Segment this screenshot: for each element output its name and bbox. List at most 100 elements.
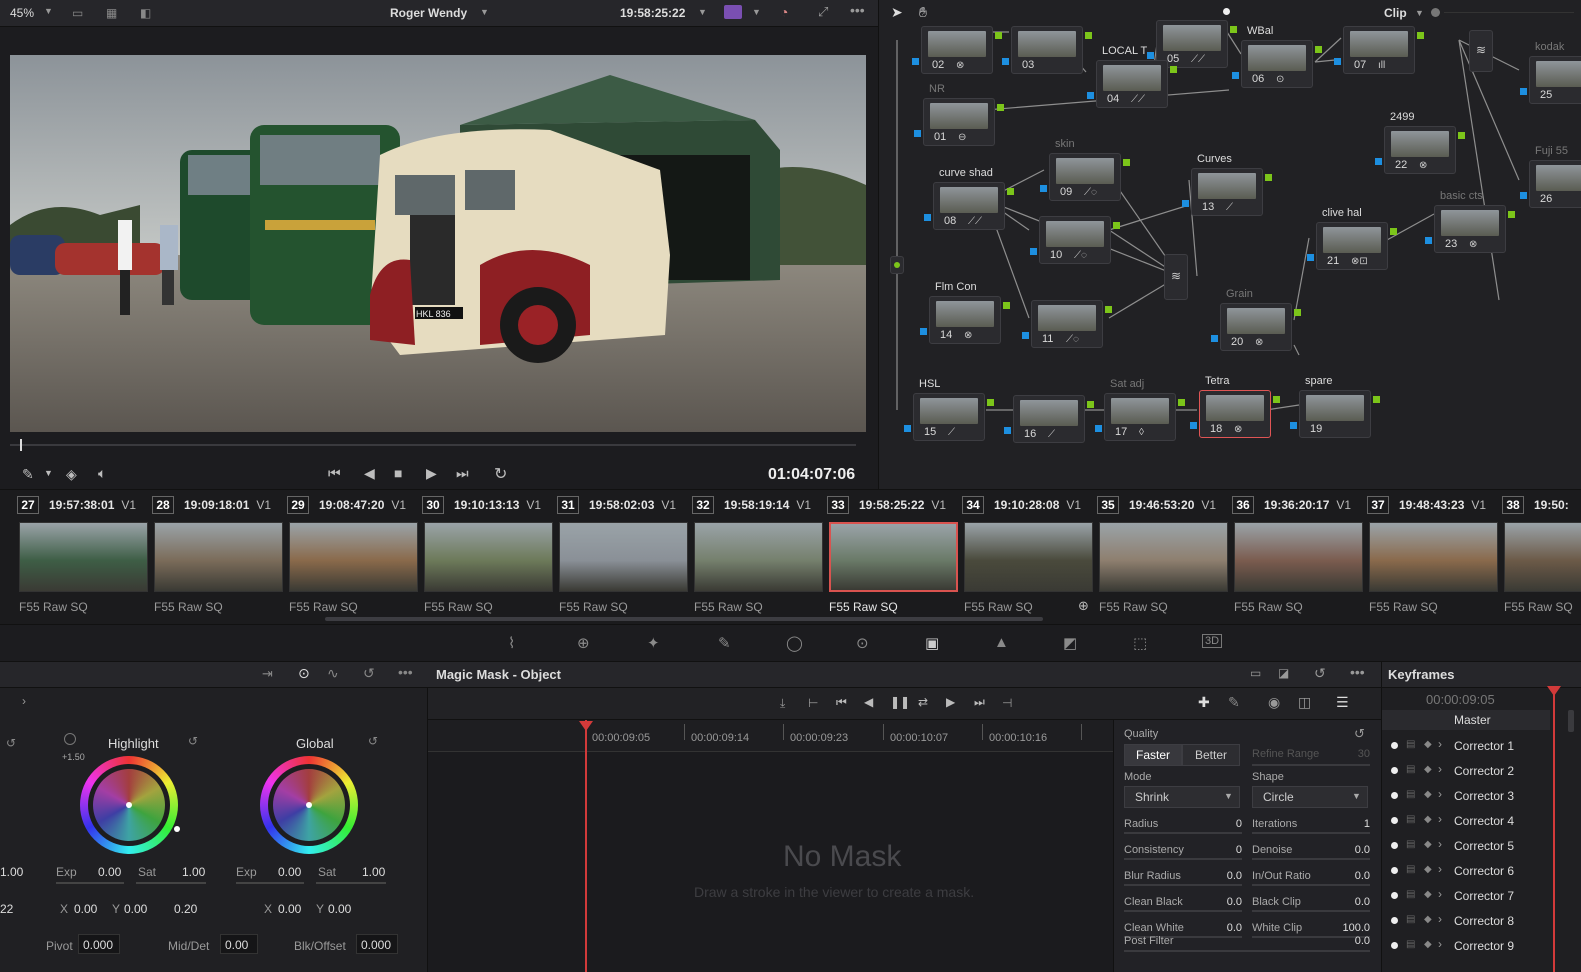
node-22[interactable]: 22 ⊗: [1384, 126, 1456, 174]
reset-icon[interactable]: ↺: [6, 736, 16, 750]
node-input-pin[interactable]: [1147, 52, 1154, 59]
reset-icon[interactable]: ↺: [1314, 665, 1326, 682]
node-output-pin[interactable]: [1458, 132, 1465, 139]
node-output-pin[interactable]: [1105, 306, 1112, 313]
node-input-pin[interactable]: [914, 130, 921, 137]
layer-mixer-node[interactable]: ≋: [1164, 254, 1188, 300]
node-output-pin[interactable]: [1087, 401, 1094, 408]
param-slider[interactable]: [1252, 858, 1370, 860]
node-output-pin[interactable]: [1123, 159, 1130, 166]
keyframes-playhead-handle[interactable]: [1547, 686, 1561, 696]
node-output-pin[interactable]: [995, 32, 1002, 39]
faster-button[interactable]: Faster: [1124, 744, 1182, 766]
node-input-pin[interactable]: [1375, 158, 1382, 165]
reset-icon[interactable]: ↺: [368, 734, 378, 748]
wheels-mode-icon[interactable]: ⊙: [298, 665, 310, 682]
clip-thumbnail[interactable]: 38 19:50: F55 Raw SQ: [1488, 490, 1581, 625]
left-partial-value[interactable]: 1.00: [0, 865, 23, 879]
blur-icon[interactable]: ▲: [994, 634, 1009, 651]
color-warper-icon[interactable]: ⊕: [577, 634, 590, 652]
global-wheel-puck[interactable]: [306, 802, 312, 808]
param-slider[interactable]: [1124, 858, 1242, 860]
clips-scrollbar[interactable]: [325, 617, 1043, 621]
play-reverse-icon[interactable]: ◀: [364, 465, 375, 482]
layer-mixer-node[interactable]: ≋: [1469, 30, 1493, 72]
subtract-stroke-icon[interactable]: ✎: [1228, 694, 1240, 711]
highlight-sat[interactable]: 1.00: [182, 865, 205, 879]
more-options-icon[interactable]: •••: [398, 664, 413, 680]
node-input-pin[interactable]: [1520, 192, 1527, 199]
node-02[interactable]: 02 ⊗: [921, 26, 993, 74]
reset-all-icon[interactable]: ↺: [363, 665, 375, 682]
black-offset-value[interactable]: 0.000: [356, 934, 398, 954]
exp-slider[interactable]: [236, 882, 304, 884]
loop-icon[interactable]: ↻: [494, 464, 507, 484]
clip-thumbnail[interactable]: 30 19:10:13:13 V1 F55 Raw SQ: [408, 490, 553, 625]
clip-thumbnail[interactable]: 32 19:58:19:14 V1 F55 Raw SQ: [678, 490, 823, 625]
param-slider[interactable]: [1124, 884, 1242, 886]
color-picker-icon[interactable]: ✎: [22, 466, 34, 483]
chevron-down-icon[interactable]: ▼: [1224, 791, 1233, 801]
proxy-icon[interactable]: [724, 5, 742, 19]
go-to-start-icon[interactable]: ⏮︎: [836, 695, 847, 710]
node-13[interactable]: 13 ⟋: [1191, 168, 1263, 216]
viewer-frame[interactable]: HKL 836: [10, 55, 866, 432]
enable-dot-icon[interactable]: [1391, 917, 1398, 924]
node-output-pin[interactable]: [1085, 32, 1092, 39]
viewer-playhead[interactable]: [20, 439, 22, 451]
highlight-wheel-puck[interactable]: [126, 802, 132, 808]
mask-ruler[interactable]: 00:00:09:05 00:00:09:14 00:00:09:23 00:0…: [428, 720, 1113, 752]
node-output-pin[interactable]: [1508, 211, 1515, 218]
mask-timeline[interactable]: No Mask Draw a stroke in the viewer to c…: [428, 720, 1113, 972]
node-08[interactable]: 08 ⟋⟋: [933, 182, 1005, 230]
mask-view-icon[interactable]: ◪: [1278, 666, 1289, 680]
window-icon[interactable]: ◯: [786, 634, 803, 652]
node-04[interactable]: 04 ⟋⟋: [1096, 60, 1168, 108]
chevron-right-icon[interactable]: ›: [1438, 812, 1442, 826]
lock-icon[interactable]: ▤: [1406, 789, 1415, 800]
keyframe-diamond-icon[interactable]: ◆: [1424, 864, 1432, 875]
node-output-pin[interactable]: [1294, 309, 1301, 316]
pause-icon[interactable]: ❚❚: [890, 695, 910, 709]
global-y[interactable]: 0.00: [328, 902, 351, 916]
chevron-right-icon[interactable]: ›: [1438, 762, 1442, 776]
keyframe-diamond-icon[interactable]: ◆: [1424, 764, 1432, 775]
param-slider[interactable]: [1124, 910, 1242, 912]
step-back-icon[interactable]: ◀: [864, 695, 873, 709]
node-18[interactable]: 18 ⊗: [1199, 390, 1271, 438]
global-x[interactable]: 0.00: [278, 902, 301, 916]
highlight-y[interactable]: 0.00: [124, 902, 147, 916]
split-view-icon[interactable]: ▦: [106, 6, 117, 20]
key-icon[interactable]: ◩: [1063, 634, 1077, 652]
lock-icon[interactable]: ▤: [1406, 839, 1415, 850]
enable-dot-icon[interactable]: [1391, 892, 1398, 899]
tracker-icon[interactable]: ⊙: [856, 634, 869, 652]
node-output-pin[interactable]: [1007, 188, 1014, 195]
node-input-pin[interactable]: [1095, 425, 1102, 432]
highlight-x[interactable]: 0.00: [74, 902, 97, 916]
chevron-down-icon[interactable]: ▼: [480, 7, 489, 17]
keyframe-row[interactable]: ▤ ◆ › Corrector 9: [1382, 934, 1550, 959]
wheel-target-icon[interactable]: [64, 733, 76, 745]
keyframe-row[interactable]: ▤ ◆ › Corrector 5: [1382, 834, 1550, 859]
node-graph[interactable]: ➤ ✋︎ Clip ▼ ≋ ≋ 02 ⊗ 03 05 ⟋⟋ 07 ıll 04 …: [878, 0, 1581, 489]
node-input-pin[interactable]: [1004, 427, 1011, 434]
step-forward-icon[interactable]: ▶: [946, 695, 955, 709]
sat-slider[interactable]: [136, 882, 206, 884]
node-20[interactable]: 20 ⊗: [1220, 303, 1292, 351]
qualifier-icon[interactable]: ✦: [647, 634, 660, 652]
keyframe-row[interactable]: ▤ ◆ › Corrector 7: [1382, 884, 1550, 909]
go-to-end-icon[interactable]: ⏭︎: [456, 465, 469, 482]
chevron-down-icon[interactable]: ▼: [44, 468, 53, 478]
curves-icon[interactable]: ⌇: [508, 634, 515, 652]
node-output-pin[interactable]: [1417, 32, 1424, 39]
settings-sliders-icon[interactable]: ☰: [1336, 694, 1349, 711]
reset-icon[interactable]: ↺: [1354, 726, 1365, 742]
track-prev-icon[interactable]: ⊢: [808, 696, 818, 710]
enable-dot-icon[interactable]: [1391, 792, 1398, 799]
node-input-pin[interactable]: [1087, 92, 1094, 99]
keyframe-row[interactable]: ▤ ◆ › Corrector 1: [1382, 734, 1550, 759]
param-value[interactable]: 0: [1194, 844, 1242, 856]
node-output-pin[interactable]: [1113, 222, 1120, 229]
enable-dot-icon[interactable]: [1391, 842, 1398, 849]
